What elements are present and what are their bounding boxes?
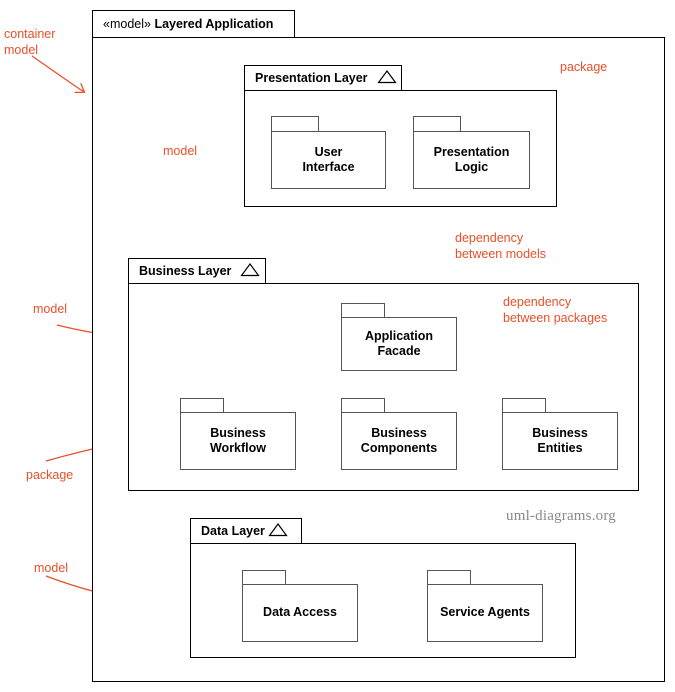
annotation-model-presentation: model — [163, 144, 198, 158]
presentation-layer-title: Presentation Layer — [255, 71, 368, 86]
data-layer-tab[interactable]: Data Layer — [190, 518, 302, 544]
presentation-logic-tab — [413, 116, 461, 132]
annotation-package-business: package — [26, 468, 74, 482]
annotation-dependency-packages: dependency between packages — [503, 295, 608, 325]
annotation-package-presentation: package — [560, 60, 608, 74]
application-facade-body[interactable]: Application Facade — [341, 317, 457, 371]
data-access-body[interactable]: Data Access — [242, 584, 358, 642]
annotation-leader-container-model — [31, 55, 86, 94]
annotation-model-business: model — [33, 302, 68, 316]
user-interface-body[interactable]: User Interface — [271, 131, 386, 189]
container-model-stereotype: «model» — [103, 17, 151, 32]
user-interface-tab — [271, 116, 319, 132]
business-layer-title: Business Layer — [139, 264, 232, 279]
annotation-model-data: model — [34, 561, 69, 575]
watermark: uml-diagrams.org — [506, 508, 616, 524]
uml-package-diagram: «model» Layered Application Presentation… — [0, 0, 675, 692]
business-workflow-body[interactable]: Business Workflow — [180, 412, 296, 470]
data-access-label: Data Access — [263, 605, 337, 620]
application-facade-label: Application Facade — [364, 328, 434, 358]
presentation-logic-body[interactable]: Presentation Logic — [413, 131, 530, 189]
service-agents-body[interactable]: Service Agents — [427, 584, 543, 642]
business-components-label: Business Components — [360, 425, 438, 455]
business-components-body[interactable]: Business Components — [341, 412, 457, 470]
business-workflow-label: Business Workflow — [209, 425, 267, 455]
user-interface-label: User Interface — [302, 144, 355, 174]
business-entities-body[interactable]: Business Entities — [502, 412, 618, 470]
container-model-title: «model» Layered Application — [103, 18, 273, 31]
presentation-logic-label: Presentation Logic — [433, 144, 510, 174]
business-layer-tab[interactable]: Business Layer — [128, 258, 266, 284]
container-model-name: Layered Application — [154, 17, 274, 32]
data-layer-title: Data Layer — [201, 524, 265, 539]
presentation-layer-tab[interactable]: Presentation Layer — [244, 65, 402, 91]
service-agents-label: Service Agents — [440, 605, 530, 620]
annotation-container-model: container model — [4, 27, 56, 57]
annotation-dependency-models: dependency between models — [455, 231, 547, 261]
package-triangle-icon — [376, 69, 397, 89]
container-model-tab[interactable]: «model» Layered Application — [92, 10, 295, 38]
business-entities-label: Business Entities — [532, 425, 588, 455]
package-triangle-icon — [240, 262, 261, 282]
package-triangle-icon — [268, 522, 288, 542]
